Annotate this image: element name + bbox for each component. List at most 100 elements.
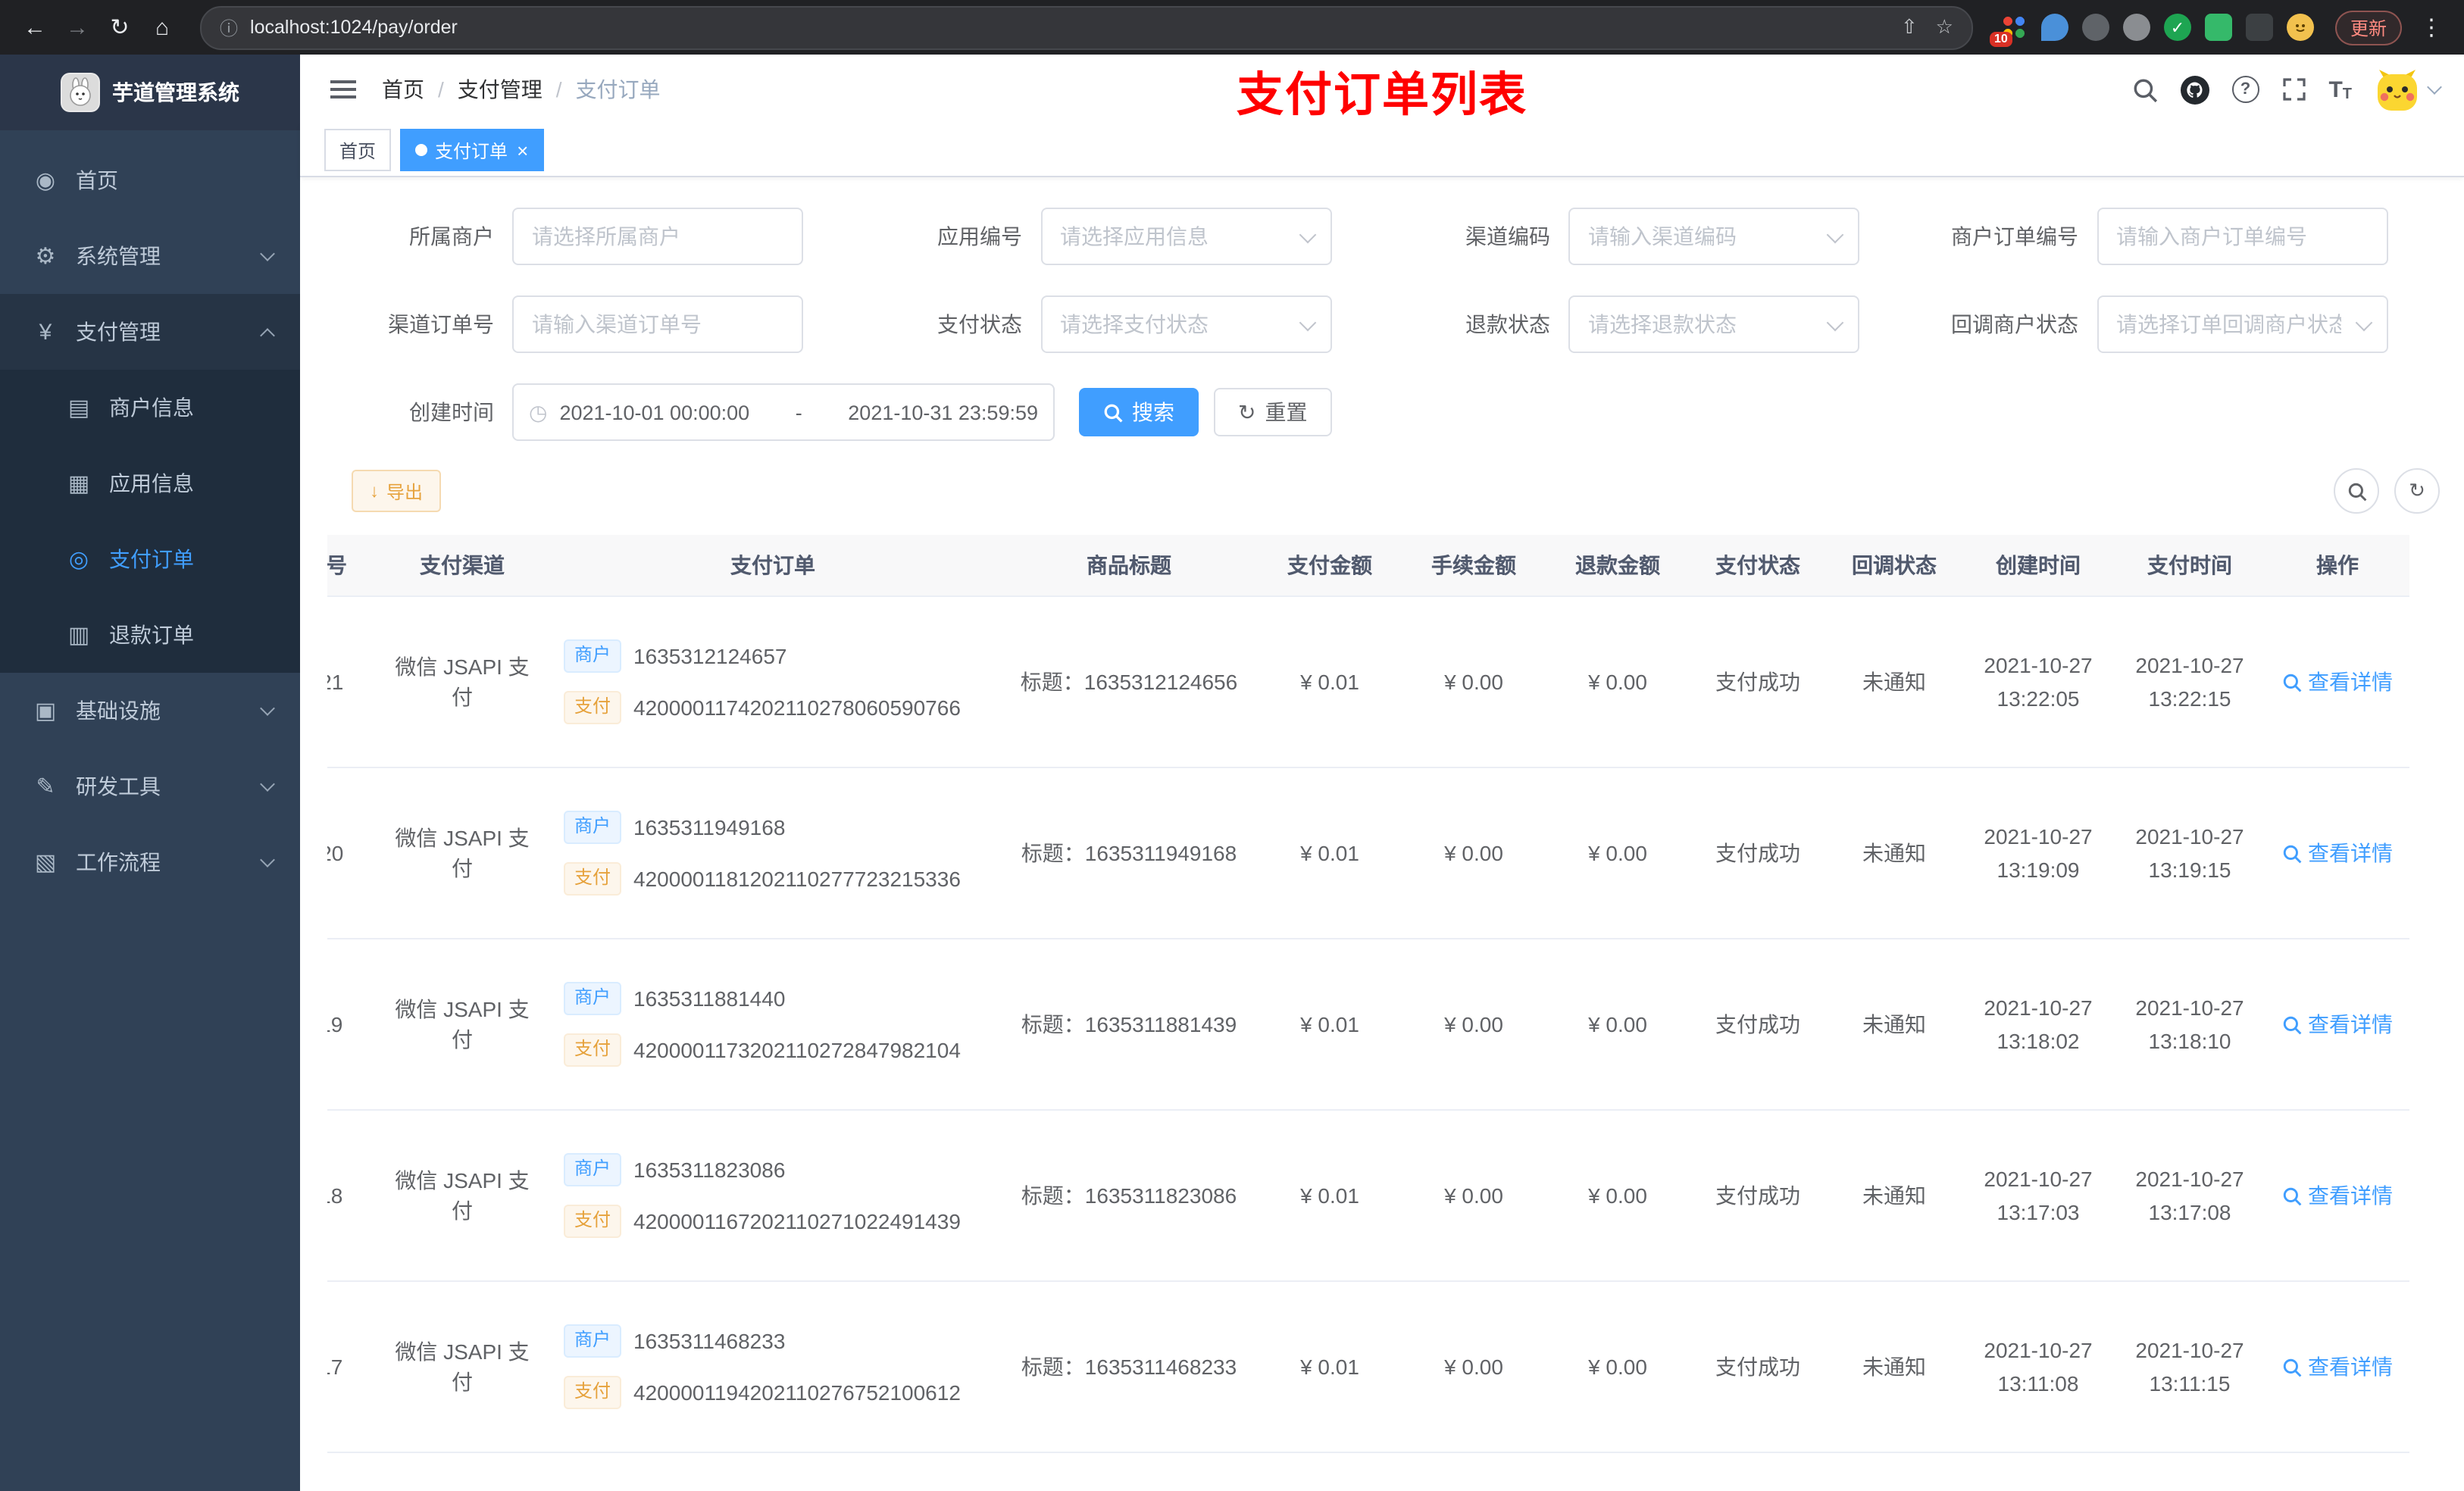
- pay-time-cell: 2021-10-27 13:22:15: [2114, 597, 2265, 767]
- channel-code-select[interactable]: [1568, 208, 1859, 265]
- extension-icon[interactable]: [2040, 14, 2068, 41]
- create-time-cell: 2021-10-27 13:11:08: [1962, 1282, 2114, 1452]
- sidebar-item-refund-order[interactable]: ▥ 退款订单: [0, 597, 300, 673]
- sidebar-item-infrastructure[interactable]: ▣ 基础设施: [0, 673, 300, 749]
- docs-help-icon[interactable]: ?: [2231, 76, 2259, 103]
- page-content: 所属商户 应用编号 渠道编码: [300, 177, 2464, 1491]
- pay-amount: [1258, 1453, 1402, 1491]
- merchant-order-no-input[interactable]: [2097, 208, 2387, 265]
- back-icon[interactable]: ←: [15, 8, 55, 47]
- sidebar-item-home[interactable]: ◉ 首页: [0, 142, 300, 218]
- sidebar-item-app-info[interactable]: ▦ 应用信息: [0, 445, 300, 521]
- dashboard-icon: ◉: [35, 168, 56, 194]
- tab-pay-order[interactable]: 支付订单 ×: [400, 129, 544, 171]
- fullscreen-icon[interactable]: [2281, 77, 2306, 102]
- extension-icon[interactable]: ✓: [2163, 14, 2191, 41]
- create-time-cell: 2021-10-27 13:19:09: [1962, 768, 2114, 938]
- extensions-puzzle-icon[interactable]: [2245, 14, 2273, 41]
- sidebar-item-label: 商户信息: [109, 395, 194, 420]
- view-detail-link[interactable]: 查看详情: [2282, 1180, 2393, 1211]
- extension-icon[interactable]: 10: [1989, 14, 2028, 47]
- create-time-range-picker[interactable]: ◷ 2021-10-01 00:00:00 - 2021-10-31 23:59…: [512, 383, 1055, 441]
- share-icon[interactable]: ⇧: [1901, 15, 1918, 39]
- navbar-actions: ? TT: [2131, 67, 2442, 112]
- date-filter-row: 创建时间 ◷ 2021-10-01 00:00:00 - 2021-10-31 …: [327, 383, 2440, 441]
- refund-amount: ¥ 0.00: [1588, 670, 1647, 694]
- pay-time: 13:22:15: [2148, 686, 2231, 711]
- sidebar-item-payment[interactable]: ¥ 支付管理: [0, 294, 300, 370]
- address-bar[interactable]: ⓘ localhost:1024/pay/order ⇧ ☆: [200, 5, 1973, 49]
- search-icon[interactable]: [2131, 77, 2157, 102]
- breadcrumb-item-payment[interactable]: 支付管理: [458, 74, 543, 105]
- notify-status-select[interactable]: [2097, 295, 2387, 353]
- extension-icon[interactable]: [2081, 14, 2109, 41]
- col-pay-order: 支付订单: [546, 535, 1000, 597]
- sidebar: 芋道管理系统 ◉ 首页 ⚙ 系统管理 ¥ 支付管理 ▤ 商户信息 ▦ 应用信息 …: [0, 55, 300, 1491]
- extension-icon[interactable]: [2122, 14, 2150, 41]
- pay-status-select[interactable]: [1040, 295, 1331, 353]
- app-logo[interactable]: 芋道管理系统: [0, 55, 300, 130]
- github-icon[interactable]: [2180, 75, 2209, 104]
- table-search-toggle-button[interactable]: [2334, 468, 2379, 514]
- rabbit-logo-icon: [62, 74, 98, 111]
- browser-update-button[interactable]: 更新: [2334, 10, 2402, 45]
- notify-status: 未通知: [1862, 670, 1926, 694]
- channel-order-no-input[interactable]: [512, 295, 803, 353]
- table-refresh-button[interactable]: ↻: [2394, 468, 2440, 514]
- extension-icon[interactable]: [2204, 14, 2232, 41]
- pay-status: 支付成功: [1715, 1183, 1800, 1208]
- close-icon[interactable]: ×: [517, 140, 528, 160]
- sidebar-item-workflow[interactable]: ▧ 工作流程: [0, 824, 300, 900]
- search-button[interactable]: 搜索: [1079, 388, 1199, 436]
- home-icon[interactable]: ⌂: [142, 8, 182, 47]
- profile-avatar-icon[interactable]: [2286, 14, 2314, 41]
- fee-amount: ¥ 0.00: [1444, 1355, 1503, 1379]
- refund-status-select[interactable]: [1568, 295, 1859, 353]
- forward-icon[interactable]: →: [58, 8, 97, 47]
- pay-order-cell: 商户 1635311823086 支付 42000011672021102710…: [546, 1111, 1000, 1280]
- sidebar-item-dev-tools[interactable]: ✎ 研发工具: [0, 749, 300, 824]
- merchant-filter-input[interactable]: [512, 208, 803, 265]
- sidebar-item-merchant-info[interactable]: ▤ 商户信息: [0, 370, 300, 445]
- extension-badge: 10: [1989, 32, 2012, 47]
- site-info-icon[interactable]: ⓘ: [220, 14, 238, 40]
- browser-window: ← → ↻ ⌂ ⓘ localhost:1024/pay/order ⇧ ☆ 1…: [0, 0, 2464, 1491]
- create-time: 13:19:09: [1997, 858, 2080, 882]
- app-no-select[interactable]: [1040, 208, 1331, 265]
- view-detail-link[interactable]: 查看详情: [2282, 667, 2393, 697]
- action-cell: 查看详情: [2265, 1282, 2409, 1452]
- table-header: 编号 支付渠道 支付订单 商品标题 支付金额 手续金额 退款金额 支付状态 回调…: [327, 535, 2409, 597]
- pay-time-cell: [2114, 1453, 2265, 1491]
- view-detail-link[interactable]: 查看详情: [2282, 838, 2393, 868]
- reset-button[interactable]: ↻ 重置: [1214, 388, 1332, 436]
- breadcrumb-item-home[interactable]: 首页: [382, 74, 424, 105]
- create-date: 2021-10-27: [1984, 824, 2093, 849]
- sidebar-item-system[interactable]: ⚙ 系统管理: [0, 218, 300, 294]
- export-button[interactable]: ↓ 导出: [352, 470, 442, 512]
- magnifier-icon: [2282, 843, 2302, 863]
- bookmark-star-icon[interactable]: ☆: [1936, 15, 1953, 39]
- fee-amount: ¥ 0.00: [1444, 1183, 1503, 1208]
- magnifier-icon: [2282, 1186, 2302, 1205]
- channel-order-no: 4200001173202110272847982104: [633, 1038, 961, 1062]
- sidebar-item-pay-order[interactable]: ◎ 支付订单: [0, 521, 300, 597]
- pay-amount: ¥ 0.01: [1300, 1183, 1359, 1208]
- sidebar-item-label: 首页: [76, 168, 118, 192]
- col-notify: 回调状态: [1826, 535, 1962, 597]
- browser-menu-icon[interactable]: ⋮: [2414, 14, 2449, 41]
- view-detail-link[interactable]: 查看详情: [2282, 1009, 2393, 1039]
- merchant-order-line: 商户 1635311823086: [564, 1153, 785, 1186]
- user-avatar[interactable]: [2375, 67, 2442, 112]
- channel-order-line: 支付 4200001167202110271022491439: [564, 1205, 961, 1238]
- pay-channel: [379, 1453, 546, 1491]
- tab-home[interactable]: 首页: [324, 129, 392, 171]
- reload-icon[interactable]: ↻: [100, 8, 139, 47]
- view-detail-link[interactable]: 查看详情: [2282, 1352, 2393, 1382]
- monitor-icon: ▣: [34, 699, 57, 724]
- refresh-icon: ↻: [1238, 399, 1256, 424]
- font-size-small-glyph: T: [2342, 86, 2352, 102]
- sidebar-toggle-icon[interactable]: [324, 71, 361, 108]
- table-mini-tools: ↻: [2334, 468, 2440, 514]
- font-size-icon[interactable]: TT: [2328, 77, 2352, 102]
- pay-status: 支付成功: [1715, 1012, 1800, 1036]
